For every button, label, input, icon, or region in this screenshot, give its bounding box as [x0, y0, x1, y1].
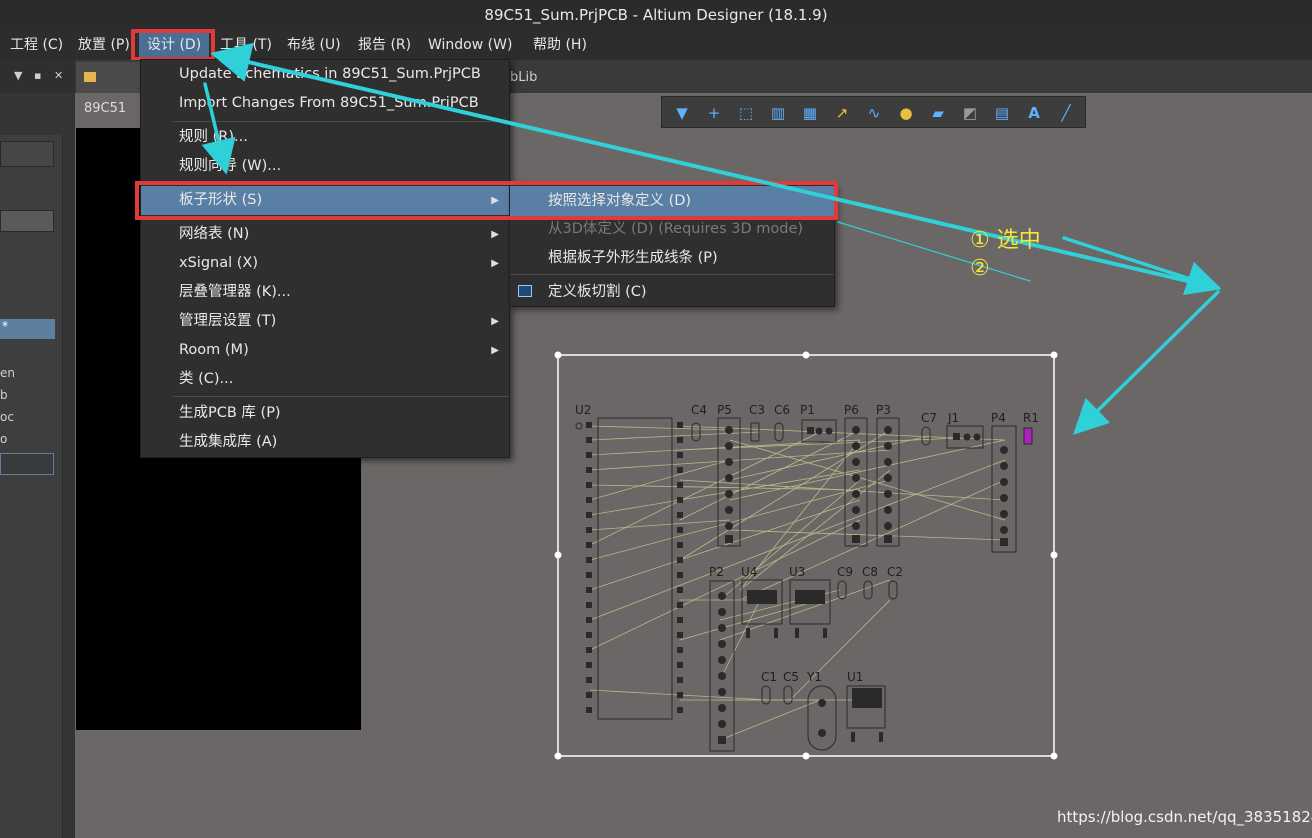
arrow-to-board	[1073, 290, 1220, 435]
annotation-arrows	[201, 42, 1222, 435]
arrow-to-board-shape	[201, 82, 236, 175]
arrow-to-design-menu	[210, 42, 1220, 290]
step1-annotation: ① 选中	[970, 228, 1041, 253]
step2-annotation: ②	[970, 256, 990, 281]
arrow-to-step	[1062, 236, 1222, 296]
watermark: https://blog.csdn.net/qq_38351824	[1057, 808, 1312, 826]
